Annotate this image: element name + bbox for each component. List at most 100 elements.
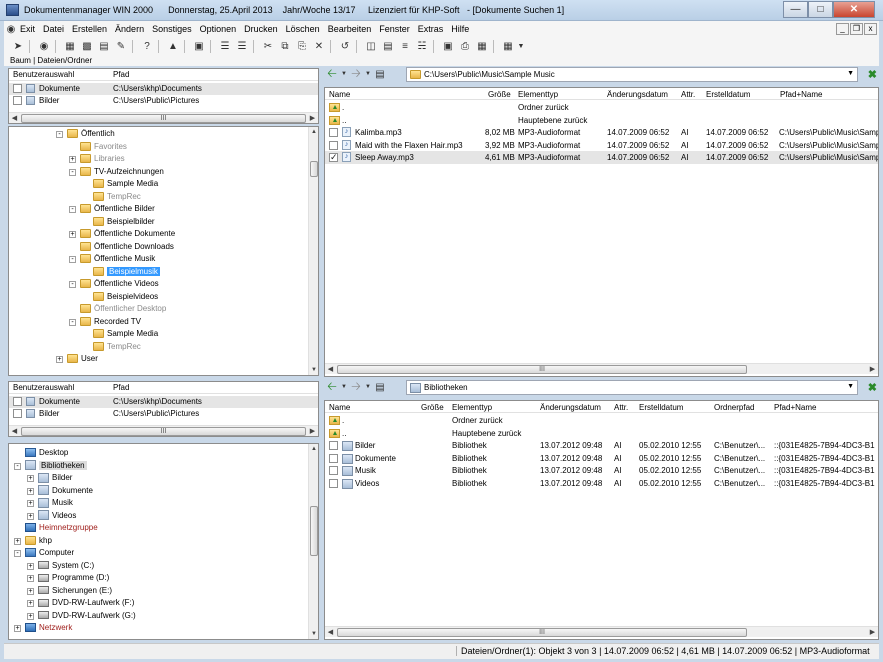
forward-arrow-icon[interactable]: 🡢 [348,66,364,82]
preview-icon[interactable]: ▦ [474,39,490,54]
col-header[interactable]: Größe [488,90,511,99]
tree-node[interactable]: - Bibliotheken [14,460,87,473]
scroll-left-icon[interactable]: ◀ [325,364,336,375]
book-icon[interactable]: ▣ [191,39,207,54]
scroll-down-icon[interactable]: ▼ [309,365,318,375]
col-header[interactable]: Änderungsdatum [607,90,668,99]
list-icon[interactable]: ☰ [217,39,233,54]
cut-icon[interactable]: ✂ [260,39,276,54]
tree-node[interactable]: Heimnetzgruppe [25,522,98,535]
list-item[interactable]: Dokumente C:\Users\khp\Documents [9,83,318,95]
help-icon[interactable]: ? [139,39,155,54]
edit-icon[interactable]: ✎ [113,39,129,54]
col-header[interactable]: Erstelldatum [639,403,683,412]
collapse-icon[interactable]: - [69,256,76,263]
title-bar[interactable]: Dokumentenmanager WIN 2000 Donnerstag, 2… [0,0,883,21]
menu-7[interactable]: Löschen [282,24,324,34]
expand-icon[interactable]: + [27,612,34,620]
properties-icon[interactable]: ▣ [440,39,456,54]
binoculars-icon[interactable]: ◉ [4,22,18,37]
scroll-up-icon[interactable]: ▲ [309,127,318,137]
expand-icon[interactable]: + [69,231,76,238]
col-header[interactable]: Pfad+Name [780,90,822,99]
path-dropdown-icon[interactable]: ▼ [847,70,854,77]
print-icon[interactable]: ⎙ [457,39,473,54]
tree-node[interactable]: TempRec [93,191,141,204]
nav-row[interactable]: . Ordner zurück [325,101,878,114]
tree-node[interactable]: + Videos [27,510,76,523]
row-checkbox[interactable] [13,84,22,93]
pane-tabs[interactable]: Baum | Dateien/Ordner [4,55,879,66]
collapse-icon[interactable]: - [69,281,76,288]
vertical-scrollbar[interactable]: ▲ ▼ [308,127,318,375]
menu-10[interactable]: Extras [414,24,448,34]
menu-0[interactable]: Exit [18,24,39,34]
forward-dropdown-icon[interactable]: ▼ [364,67,372,82]
col-header[interactable]: Erstelldatum [706,90,750,99]
row-checkbox[interactable] [329,478,338,488]
search-icon[interactable]: ◉ [36,39,52,54]
tree-node[interactable]: + DVD-RW-Laufwerk (G:) [27,610,136,623]
menu-9[interactable]: Fenster [375,24,414,34]
row-checkbox[interactable] [329,140,338,150]
row-checkbox[interactable] [13,409,22,418]
tree-node[interactable]: + Programme (D:) [27,572,109,585]
col-header[interactable]: Änderungsdatum [540,403,601,412]
history-icon[interactable]: ▤ [372,380,388,395]
horizontal-scrollbar[interactable]: ◀ III ▶ [9,112,318,123]
copy-icon[interactable]: ⧉ [277,39,293,54]
scroll-thumb[interactable]: III [21,114,306,123]
paste-icon[interactable]: ⎘ [294,39,310,54]
path-input[interactable]: C:\Users\Public\Music\Sample Music ▼ [406,67,858,82]
mdi-close-button[interactable]: x [864,23,877,35]
scroll-right-icon[interactable]: ▶ [867,364,878,375]
expand-icon[interactable]: + [14,625,21,632]
tree-node[interactable]: Sample Media [93,178,158,191]
collapse-icon[interactable]: - [69,318,76,326]
tree-node[interactable]: + Dokumente [27,485,93,498]
scroll-right-icon[interactable]: ▶ [307,426,318,436]
table-row[interactable]: Bilder Bibliothek 13.07.2012 09:48 AI 05.02.… [325,439,878,452]
col-header[interactable]: Elementtyp [452,403,492,412]
scroll-left-icon[interactable]: ◀ [9,113,20,123]
path-dropdown-icon[interactable]: ▼ [847,383,854,390]
expand-icon[interactable]: + [56,356,63,363]
tree-node[interactable]: Desktop [25,447,68,460]
header-path[interactable]: Pfad [113,383,129,392]
tree-node[interactable]: Beispielmusik [93,266,160,279]
expand-icon[interactable]: + [69,156,76,163]
forward-dropdown-icon[interactable]: ▼ [364,380,372,395]
tree-node[interactable]: TempRec [93,341,141,354]
dropdown-arrow-icon[interactable]: ▼ [517,39,525,54]
table-row[interactable]: ♪ Maid with the Flaxen Hair.mp3 3,92 MB MP3… [325,139,878,152]
tree-node[interactable]: - TV-Aufzeichnungen [69,166,164,179]
tree-node[interactable]: + Netzwerk [14,622,72,635]
scroll-thumb[interactable]: III [337,628,747,637]
delete-icon[interactable]: ✕ [311,39,327,54]
collapse-icon[interactable]: - [69,206,76,213]
nav-row[interactable]: .. Hauptebene zurück [325,427,878,440]
tree-node[interactable]: Favorites [80,141,127,154]
minimize-button[interactable]: — [783,1,808,18]
scroll-left-icon[interactable]: ◀ [325,627,336,638]
back-arrow-icon[interactable]: 🡠 [324,66,340,82]
app-icon[interactable] [6,4,19,16]
filter-icon[interactable]: ☵ [414,39,430,54]
tree-node[interactable]: Beispielbilder [93,216,155,229]
tree-node[interactable]: Sample Media [93,328,158,341]
split-vertical-icon[interactable]: ◫ [363,39,379,54]
exit-icon[interactable]: ➤ [10,39,26,54]
col-header[interactable]: Attr. [681,90,695,99]
tree-node[interactable]: - Öffentlich [56,128,115,141]
collapse-icon[interactable]: - [69,168,76,176]
expand-icon[interactable]: + [27,500,34,507]
expand-icon[interactable]: + [27,600,34,607]
back-dropdown-icon[interactable]: ▼ [340,67,348,82]
scroll-up-icon[interactable]: ▲ [309,444,318,454]
row-checkbox[interactable] [13,96,22,105]
tree-node[interactable]: - Öffentliche Musik [69,253,155,266]
menu-1[interactable]: Datei [39,24,68,34]
tree-node[interactable]: Öffentliche Downloads [80,241,174,254]
tree-node[interactable]: + Libraries [69,153,125,166]
row-checkbox[interactable] [329,466,338,475]
